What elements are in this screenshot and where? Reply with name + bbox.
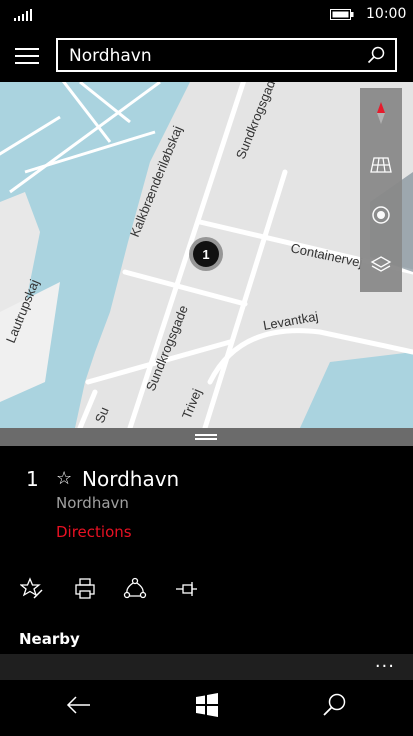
compass-icon[interactable] [360, 88, 402, 138]
favorite-edit-icon[interactable] [20, 576, 46, 602]
my-location-icon[interactable] [360, 190, 402, 240]
back-arrow-icon[interactable] [64, 690, 94, 720]
panel-drag-handle[interactable] [0, 428, 413, 446]
grip-icon [195, 434, 217, 436]
pin-to-start-icon[interactable] [174, 576, 200, 602]
search-icon[interactable] [367, 46, 385, 64]
directions-link[interactable]: Directions [56, 523, 132, 541]
result-title[interactable]: Nordhavn [82, 467, 179, 491]
hamburger-menu-icon[interactable] [15, 48, 39, 66]
nearby-heading: Nearby [19, 630, 80, 648]
layers-icon[interactable] [360, 240, 402, 290]
grip-icon-line [195, 438, 217, 440]
search-box[interactable]: Nordhavn [56, 38, 397, 72]
search-input[interactable]: Nordhavn [69, 46, 152, 66]
print-icon[interactable] [72, 576, 98, 602]
app-bar [0, 654, 413, 680]
map-controls [360, 88, 402, 292]
map-view[interactable]: Kalkbrænderiløbskaj Sundkrogsgade Contai… [0, 82, 413, 428]
favorite-star-icon[interactable]: ☆ [56, 468, 72, 489]
signal-strength-icon [14, 9, 32, 21]
battery-icon [330, 9, 354, 20]
search-nav-icon[interactable] [320, 690, 350, 720]
map-pin-label: 1 [202, 247, 209, 262]
result-subtitle: Nordhavn [56, 494, 129, 512]
windows-start-icon[interactable] [192, 690, 222, 720]
clock: 10:00 [366, 6, 407, 22]
map-view-toggle-icon[interactable] [360, 140, 402, 190]
share-icon[interactable] [122, 576, 148, 602]
more-options-button[interactable]: ... [375, 651, 395, 672]
map-pin[interactable]: 1 [189, 237, 223, 271]
result-number: 1 [26, 467, 39, 491]
